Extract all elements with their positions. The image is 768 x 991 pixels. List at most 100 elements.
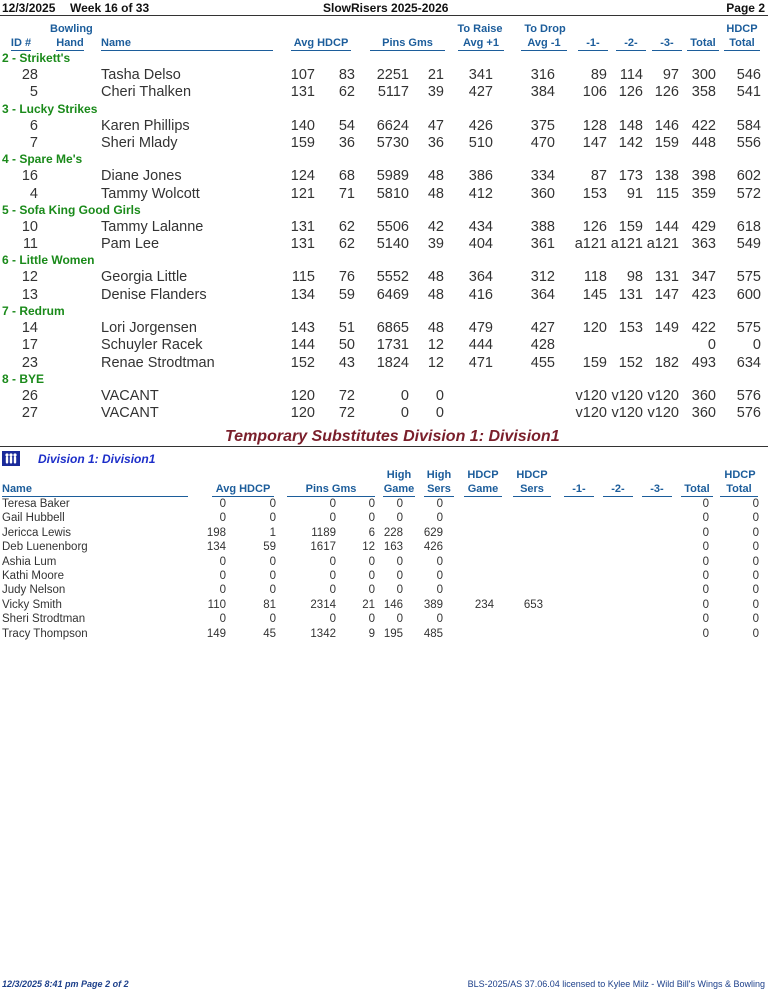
- bowler-total: 422: [691, 117, 716, 134]
- bowler-gms: 48: [427, 320, 444, 336]
- bowler-g3: 144: [654, 218, 679, 235]
- sub-col-g2: -2-: [611, 483, 625, 495]
- bowler-g3: 131: [654, 269, 679, 286]
- sub-hg: 228: [383, 526, 403, 539]
- team-header: 6 - Little Women: [2, 253, 95, 268]
- bowler-row: 23 Renae Strodtman 152 43 1824 12 471 455 159 152…: [0, 355, 768, 372]
- bowler-g2: 153: [618, 320, 643, 336]
- bowler-total: 493: [691, 354, 716, 371]
- bowler-total: 358: [691, 84, 716, 101]
- sub-name: Jericca Lewis: [2, 526, 72, 539]
- substitute-row: Tracy Thompson 149 45 1342 9 195 485 0 0: [0, 627, 768, 642]
- bowler-avg: 144: [290, 337, 315, 354]
- bowler-id: 27: [21, 405, 38, 422]
- bowler-g1: 128: [582, 117, 607, 134]
- sub-name: Sheri Strodtman: [2, 613, 86, 626]
- bowler-pins: 6865: [376, 320, 409, 336]
- bowler-row: 4 Tammy Wolcott 121 71 5810 48 412 360 153 91 115 3…: [0, 186, 768, 203]
- sub-pins: 1342: [310, 627, 336, 640]
- bowler-pins: 5810: [376, 185, 409, 202]
- bowler-pins: 5552: [376, 269, 409, 286]
- bowler-pins: 5506: [376, 218, 409, 235]
- sub-avg: 0: [219, 584, 226, 597]
- sub-name: Deb Luenenborg: [2, 541, 88, 554]
- bowler-g3: 147: [654, 286, 679, 303]
- bowler-drop: 334: [530, 168, 555, 185]
- sub-pins: 1189: [311, 526, 336, 539]
- bowler-hdcp: 62: [338, 84, 355, 101]
- bowler-total: 363: [691, 236, 716, 253]
- bowler-total: 0: [707, 337, 716, 354]
- bowler-avg: 120: [290, 387, 315, 404]
- sub-hdcp: 0: [269, 512, 276, 525]
- bowler-drop: 455: [530, 354, 555, 371]
- league-title: SlowRisers 2025-2026: [323, 1, 449, 15]
- sub-pins: 2314: [310, 598, 336, 611]
- sub-gms: 12: [362, 541, 375, 554]
- team-header: 8 - BYE: [2, 371, 45, 386]
- col-raise-top: To Raise: [457, 23, 503, 35]
- bowler-id: 26: [21, 387, 38, 404]
- sub-pins: 0: [329, 498, 336, 510]
- sub-hdcp: 0: [269, 498, 276, 510]
- sub-hds: 653: [523, 598, 543, 611]
- bowler-raise: 471: [468, 354, 493, 371]
- sub-hdcp: 0: [269, 613, 276, 626]
- bowler-pins: 5989: [376, 168, 409, 185]
- bowler-avg: 124: [290, 168, 315, 185]
- bowler-g1: 145: [582, 286, 607, 303]
- sub-pins: 0: [329, 613, 336, 626]
- bowler-avg: 107: [290, 67, 315, 83]
- sub-hdcp-total: 0: [752, 598, 759, 611]
- sub-total: 0: [702, 627, 709, 640]
- bowler-total: 360: [691, 405, 716, 422]
- sub-name: Judy Nelson: [2, 584, 66, 597]
- bowler-total: 360: [691, 387, 716, 404]
- bowler-raise: 444: [468, 337, 493, 354]
- bowler-avg: 115: [291, 269, 315, 286]
- sub-hg: 0: [396, 512, 403, 525]
- subs-title: Temporary Substitutes Division 1: Divisi…: [225, 428, 560, 445]
- bowler-g2: 98: [626, 269, 643, 286]
- bowler-raise: 341: [468, 67, 493, 83]
- bowler-drop: 361: [530, 236, 555, 253]
- bowler-hdcp-total: 575: [736, 269, 761, 286]
- sub-gms: 0: [368, 512, 375, 525]
- sub-hdcp-total: 0: [752, 613, 759, 626]
- sub-hdcp-total: 0: [752, 584, 759, 597]
- sub-avg: 0: [219, 613, 226, 626]
- bowler-hdcp: 62: [338, 218, 355, 235]
- sub-col-total: Total: [684, 483, 710, 495]
- bowler-g1: a121: [574, 236, 607, 253]
- sub-gms: 0: [368, 498, 375, 510]
- bowler-g1: 153: [582, 185, 607, 202]
- bowler-g2: 159: [618, 218, 643, 235]
- bowler-drop: 427: [530, 320, 555, 336]
- bowler-total: 359: [691, 185, 716, 202]
- bowler-g2: 114: [619, 67, 643, 83]
- bowler-gms: 47: [427, 117, 444, 134]
- bowler-hdcp-total: 576: [736, 387, 761, 404]
- col-hdcp-top: HDCP: [726, 23, 758, 35]
- bowler-name: VACANT: [101, 387, 159, 404]
- bowler-g2: 152: [618, 354, 643, 371]
- bowler-g2: 173: [618, 168, 643, 185]
- bowler-row: 17 Schuyler Racek 144 50 1731 12 444 428 0 0: [0, 337, 768, 354]
- substitute-row: Kathi Moore 0 0 0 0 0 0 0 0: [0, 569, 768, 584]
- bowler-row: 5 Cheri Thalken 131 62 5117 39 427 384 106 126 126…: [0, 84, 768, 101]
- footer-license: BLS-2025/AS 37.06.04 licensed to Kylee M…: [467, 979, 765, 989]
- bowler-drop: 312: [530, 269, 555, 286]
- sub-col-hg-top: High: [386, 469, 412, 481]
- bowler-g3: v120: [647, 405, 679, 422]
- bowler-gms: 36: [427, 134, 444, 151]
- sub-pins: 0: [329, 555, 336, 568]
- week-label: Week 16 of 33: [70, 1, 150, 15]
- sub-hg: 195: [383, 627, 403, 640]
- bowler-id: 13: [21, 286, 38, 303]
- bowler-row: 14 Lori Jorgensen 143 51 6865 48 479 427 120 153 1…: [0, 320, 768, 337]
- sub-col-pins-gms: Pins Gms: [305, 483, 357, 495]
- sub-col-hdg-top: HDCP: [467, 469, 499, 481]
- sub-hg: 0: [396, 584, 403, 597]
- bowler-name: Tasha Delso: [101, 67, 181, 83]
- sub-hg: 0: [396, 613, 403, 626]
